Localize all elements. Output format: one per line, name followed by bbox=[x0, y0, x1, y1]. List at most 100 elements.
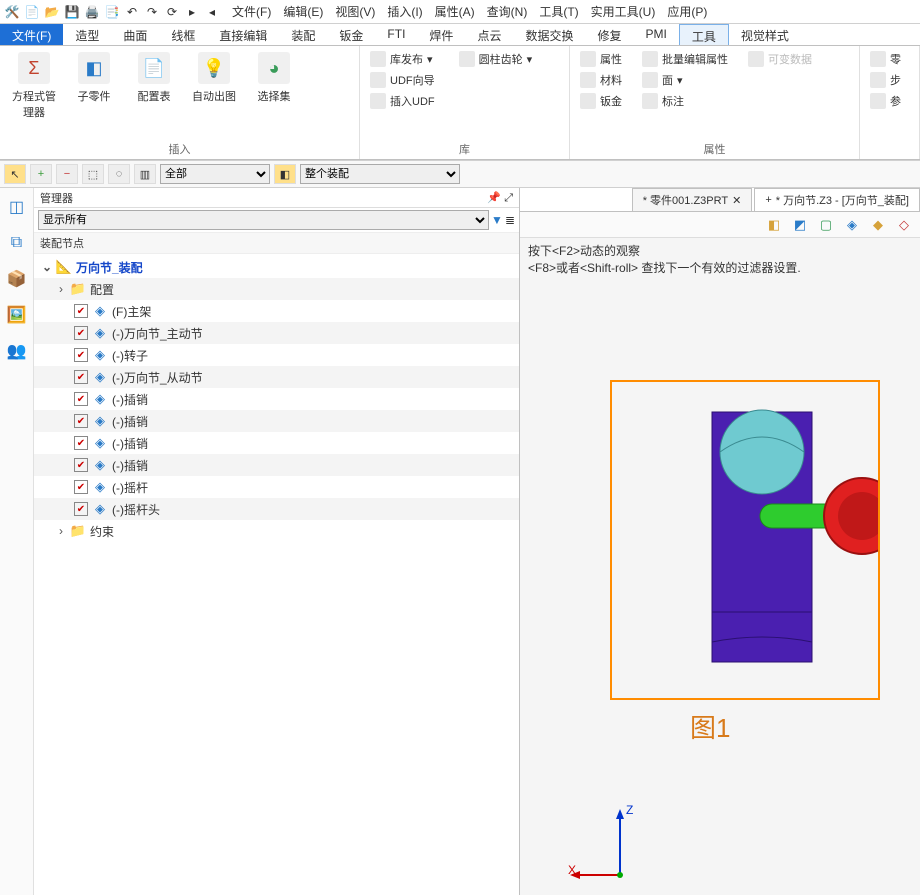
menu-edit[interactable]: 编辑(E) bbox=[283, 3, 323, 20]
ribbon-tab-surface[interactable]: 曲面 bbox=[111, 24, 159, 45]
funnel-icon[interactable]: ▼ bbox=[491, 213, 503, 227]
tree-item[interactable]: ✔◈(F)主架 bbox=[34, 300, 519, 322]
view-toolbar: ◧ ◩ ▢ ◈ ◆ ◇ bbox=[520, 212, 920, 238]
tree-item[interactable]: ✔◈(-)万向节_主动节 bbox=[34, 322, 519, 344]
auto-draw-button[interactable]: 💡自动出图 bbox=[186, 50, 242, 106]
menu-app[interactable]: 应用(P) bbox=[667, 3, 707, 20]
layer-icon[interactable]: ◧ bbox=[274, 164, 296, 184]
ribbon-tab-asm[interactable]: 装配 bbox=[279, 24, 327, 45]
attr-button[interactable]: 属性 bbox=[576, 50, 626, 68]
sheetmetal-button[interactable]: 钣金 bbox=[576, 92, 626, 110]
pointer-icon[interactable]: ↖ bbox=[4, 164, 26, 184]
select-set-button[interactable]: ◕选择集 bbox=[246, 50, 302, 106]
close-icon[interactable]: ✕ bbox=[732, 194, 741, 207]
tree-root[interactable]: ⌄📐万向节_装配 bbox=[34, 256, 519, 278]
gear-button[interactable]: 圆柱齿轮 ▾ bbox=[455, 50, 537, 68]
edge-icon[interactable]: ◇ bbox=[894, 215, 914, 235]
app-icon: 🛠️ bbox=[4, 4, 20, 20]
mgr-tab-user[interactable]: 👥 bbox=[4, 338, 30, 364]
tree-item[interactable]: ✔◈(-)万向节_从动节 bbox=[34, 366, 519, 388]
mgr-tab-asm[interactable]: ⧉ bbox=[4, 230, 30, 256]
ribbon-tab-repair[interactable]: 修复 bbox=[585, 24, 633, 45]
menu-util[interactable]: 实用工具(U) bbox=[591, 3, 656, 20]
mgr-tab-tree[interactable]: ◫ bbox=[4, 194, 30, 220]
mgr-tab-image[interactable]: 🖼️ bbox=[4, 302, 30, 328]
anno-button[interactable]: 标注 bbox=[638, 92, 732, 110]
ribbon-tab-directedit[interactable]: 直接编辑 bbox=[207, 24, 279, 45]
undo-icon[interactable]: ↶ bbox=[124, 4, 140, 20]
filter-select-1[interactable]: 全部 bbox=[160, 164, 270, 184]
tree-item[interactable]: ✔◈(-)摇杆头 bbox=[34, 498, 519, 520]
open-icon[interactable]: 📂 bbox=[44, 4, 60, 20]
redo-icon[interactable]: ↷ bbox=[144, 4, 160, 20]
mgr-tab-box[interactable]: 📦 bbox=[4, 266, 30, 292]
tree-item[interactable]: ✔◈(-)插销 bbox=[34, 388, 519, 410]
misc-btn-1[interactable]: 零 bbox=[866, 50, 913, 68]
misc-btn-2[interactable]: 步 bbox=[866, 71, 913, 89]
ribbon-tab-pmi[interactable]: PMI bbox=[633, 24, 678, 45]
ribbon-tab-point[interactable]: 点云 bbox=[465, 24, 513, 45]
color-icon[interactable]: ▥ bbox=[134, 164, 156, 184]
tree-constraint[interactable]: ›📁约束 bbox=[34, 520, 519, 542]
ribbon-tab-file[interactable]: 文件(F) bbox=[0, 24, 63, 45]
config-button[interactable]: 📄配置表 bbox=[126, 50, 182, 106]
face-button[interactable]: 面 ▾ bbox=[638, 71, 732, 89]
ribbon-tab-sheetmetal[interactable]: 钣金 bbox=[327, 24, 375, 45]
material-button[interactable]: 材料 bbox=[576, 71, 626, 89]
ribbon-tab-tools[interactable]: 工具 bbox=[679, 24, 729, 45]
ribbon-tab-weld[interactable]: 焊件 bbox=[417, 24, 465, 45]
quick-access-toolbar: 🛠️ 📄 📂 💾 🖨️ 📑 ↶ ↷ ⟳ ▸ ◂ 文件(F) 编辑(E) 视图(V… bbox=[0, 0, 920, 24]
udf-wizard-button[interactable]: UDF向导 bbox=[366, 71, 439, 89]
ribbon-tab-exchange[interactable]: 数据交换 bbox=[513, 24, 585, 45]
lib-publish-button[interactable]: 库发布 ▾ bbox=[366, 50, 439, 68]
ribbon-tab-fti[interactable]: FTI bbox=[375, 24, 417, 45]
ribbon-tab-shape[interactable]: 造型 bbox=[63, 24, 111, 45]
play-icon[interactable]: ▸ bbox=[184, 4, 200, 20]
save-icon[interactable]: 💾 bbox=[64, 4, 80, 20]
menu-attr[interactable]: 属性(A) bbox=[435, 3, 475, 20]
plus-icon[interactable]: + bbox=[30, 164, 52, 184]
menu-tools[interactable]: 工具(T) bbox=[539, 3, 578, 20]
doc-tab-1[interactable]: * 零件001.Z3PRT✕ bbox=[632, 188, 753, 211]
print2-icon[interactable]: 📑 bbox=[104, 4, 120, 20]
menu-query[interactable]: 查询(N) bbox=[487, 3, 528, 20]
batch-edit-button[interactable]: 批量编辑属性 bbox=[638, 50, 732, 68]
tree-item[interactable]: ✔◈(-)摇杆 bbox=[34, 476, 519, 498]
wire-icon[interactable]: ◈ bbox=[842, 215, 862, 235]
tree-item[interactable]: ✔◈(-)转子 bbox=[34, 344, 519, 366]
tree-item[interactable]: ✔◈(-)插销 bbox=[34, 432, 519, 454]
ribbon-group-attr: 属性 材料 钣金 批量编辑属性 面 ▾ 标注 可变数据 属性 bbox=[570, 46, 860, 159]
minus-icon[interactable]: − bbox=[56, 164, 78, 184]
filter-select-2[interactable]: 整个装配 bbox=[300, 164, 460, 184]
ribbon-tab-visual[interactable]: 视觉样式 bbox=[729, 24, 801, 45]
viewport-3d[interactable]: 图1 Z X bbox=[520, 280, 920, 895]
ribbon-tab-wire[interactable]: 线框 bbox=[159, 24, 207, 45]
lasso-icon[interactable]: ◌ bbox=[108, 164, 130, 184]
subpart-button[interactable]: ◧子零件 bbox=[66, 50, 122, 106]
cube-icon[interactable]: ◧ bbox=[764, 215, 784, 235]
menu-file[interactable]: 文件(F) bbox=[232, 3, 271, 20]
box-select-icon[interactable]: ⬚ bbox=[82, 164, 104, 184]
new-icon[interactable]: 📄 bbox=[24, 4, 40, 20]
tree-config[interactable]: ›📁配置 bbox=[34, 278, 519, 300]
menu-insert[interactable]: 插入(I) bbox=[387, 3, 422, 20]
display-filter-select[interactable]: 显示所有 bbox=[38, 210, 489, 230]
expand-icon[interactable]: ⤢ bbox=[504, 192, 513, 204]
cube2-icon[interactable]: ◩ bbox=[790, 215, 810, 235]
layers-icon[interactable]: ≣ bbox=[505, 213, 515, 227]
eq-manager-button[interactable]: Σ方程式管理器 bbox=[6, 50, 62, 122]
back-icon[interactable]: ◂ bbox=[204, 4, 220, 20]
box-icon[interactable]: ▢ bbox=[816, 215, 836, 235]
new-tab-icon[interactable]: + bbox=[765, 194, 771, 206]
menu-view[interactable]: 视图(V) bbox=[335, 3, 375, 20]
misc-btn-3[interactable]: 参 bbox=[866, 92, 913, 110]
tree-item[interactable]: ✔◈(-)插销 bbox=[34, 454, 519, 476]
tree-item[interactable]: ✔◈(-)插销 bbox=[34, 410, 519, 432]
manager-subtitle: 装配节点 bbox=[34, 233, 519, 254]
print-icon[interactable]: 🖨️ bbox=[84, 4, 100, 20]
pin-icon[interactable]: 📌 bbox=[487, 192, 501, 204]
insert-udf-button[interactable]: 插入UDF bbox=[366, 92, 439, 110]
shade-icon[interactable]: ◆ bbox=[868, 215, 888, 235]
refresh-icon[interactable]: ⟳ bbox=[164, 4, 180, 20]
doc-tab-2[interactable]: +* 万向节.Z3 - [万向节_装配] bbox=[754, 188, 920, 211]
